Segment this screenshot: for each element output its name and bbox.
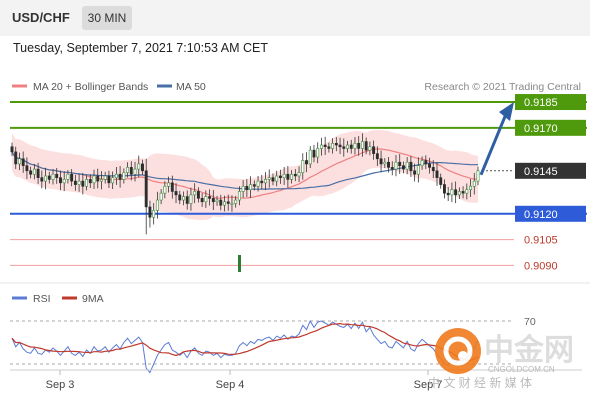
watermark-site: CNGOLDCOM.CN <box>488 365 555 374</box>
level-label-0.9120: 0.9120 <box>524 209 558 221</box>
projection-layer <box>479 102 514 176</box>
ma50-legend-label: MA 50 <box>176 81 206 93</box>
watermark-tagline: 中 文 财 经 新 媒 体 <box>428 375 532 390</box>
price-chart: MA 20 + Bollinger Bands MA 50 Research ©… <box>0 81 590 391</box>
level-label-0.9185: 0.9185 <box>524 97 558 109</box>
x-tick-label: Sep 4 <box>216 379 245 391</box>
rsi-tick-70: 70 <box>524 316 536 328</box>
level-label-0.9170: 0.9170 <box>524 123 558 135</box>
rsi-legend-label: RSI <box>33 293 51 305</box>
source-credit: Research © 2021 Trading Central <box>424 81 581 93</box>
projection-arrow-head <box>499 102 514 122</box>
bollinger-band <box>12 130 478 221</box>
watermark-brand: 中金网 <box>484 333 574 367</box>
rsi-ma-legend-label: 9MA <box>82 293 104 305</box>
x-tick-label: Sep 3 <box>46 379 75 391</box>
bollinger-band-layer <box>12 130 478 221</box>
level-label-0.9105: 0.9105 <box>524 235 558 247</box>
level-labels: 0.9185 0.9170 0.9145 0.9120 0.9105 0.9090 <box>515 94 586 272</box>
x-axis-ticks: Sep 3 Sep 4 Sep 7 <box>46 370 442 391</box>
level-label-0.9145: 0.9145 <box>524 166 558 178</box>
rsi-line <box>11 319 479 374</box>
signal-marker <box>238 255 241 272</box>
ma20-legend-label: MA 20 + Bollinger Bands <box>33 81 148 93</box>
watermark-logo <box>435 328 481 374</box>
projection-arrow-shaft <box>479 113 508 176</box>
level-label-0.9090: 0.9090 <box>524 260 558 272</box>
